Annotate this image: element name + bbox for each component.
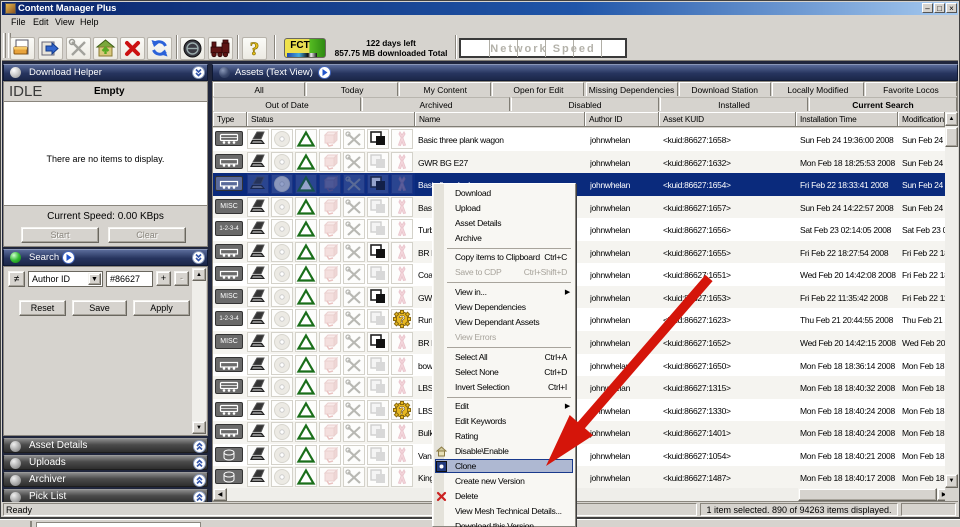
svg-text:?: ? — [399, 314, 406, 326]
svg-text:?: ? — [250, 39, 260, 59]
svg-text:?: ? — [399, 405, 406, 417]
